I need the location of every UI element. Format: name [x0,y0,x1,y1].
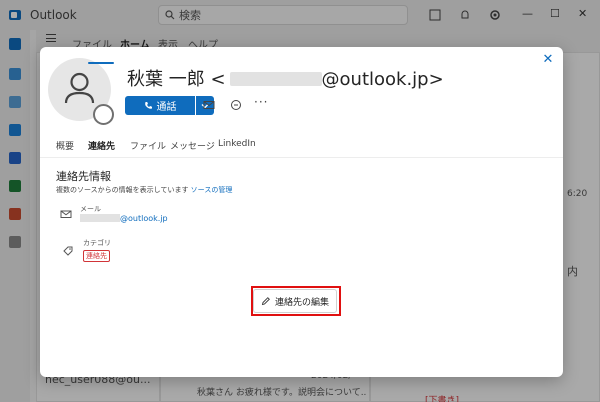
section-title: 連絡先情報 [56,170,111,183]
section-desc-text: 複数のソースからの情報を表示しています [56,186,191,194]
manage-sources-link[interactable]: ソースの管理 [191,186,233,194]
tab-files[interactable]: ファイル [130,139,166,152]
highlight-box [251,286,341,316]
tab-linkedin[interactable]: LinkedIn [218,139,256,149]
redacted-email [80,214,120,222]
contact-name-suffix: @outlook.jp> [321,69,444,90]
more-options-icon[interactable]: ··· [254,95,268,109]
section-description: 複数のソースからの情報を表示しています ソースの管理 [56,185,232,195]
tab-overview[interactable]: 概要 [56,139,74,152]
mail-field-icon [60,210,72,218]
tag-icon [63,246,73,256]
contact-name-prefix: 秋葉 一郎 < [127,69,226,90]
redacted-username [229,72,322,86]
mail-action-icon[interactable] [203,99,215,111]
email-label: メール [80,205,101,213]
category-label: カテゴリ [83,239,111,247]
call-label: 通話 [156,102,177,113]
contact-card-dialog: ✕ 秋葉 一郎 < @outlook.jp> 通話 ··· 概要 連絡先 ファイル… [40,47,563,377]
tab-messages[interactable]: メッセージ [170,139,215,152]
active-tab-indicator [88,62,114,64]
close-icon[interactable]: ✕ [541,53,555,67]
presence-status-icon [93,104,114,125]
phone-icon [144,102,152,109]
tab-contact[interactable]: 連絡先 [88,139,115,152]
email-suffix[interactable]: @outlook.jp [120,214,168,223]
divider [40,157,563,158]
category-tag: 連絡先 [83,250,110,262]
email-value[interactable]: @outlook.jp [80,214,168,223]
call-button[interactable]: 通話 [125,96,195,115]
chat-icon[interactable] [230,99,242,111]
contact-name: 秋葉 一郎 < @outlook.jp> [127,65,444,91]
